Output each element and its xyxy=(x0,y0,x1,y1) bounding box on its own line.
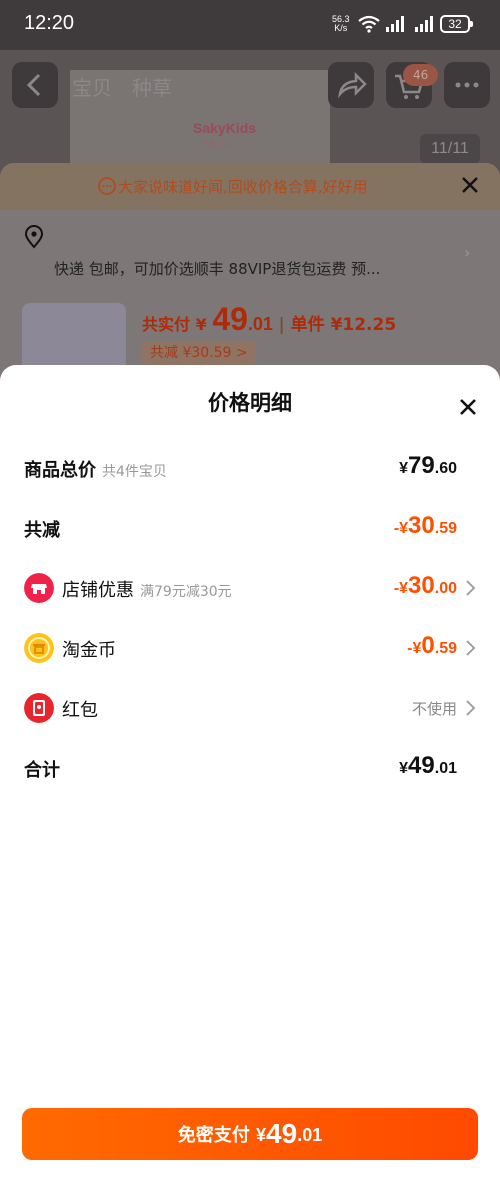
shop-icon xyxy=(24,573,54,603)
row-label: 合计 xyxy=(24,760,60,781)
row-label: 店铺优惠 xyxy=(62,580,134,601)
signal-icon xyxy=(386,16,404,32)
red-packet-status: 不使用 xyxy=(411,700,457,718)
share-button[interactable] xyxy=(328,62,374,108)
row-label: 共减 xyxy=(24,520,60,541)
price-detail-sheet: 价格明细 商品总价 共4件宝贝 ¥79.60 共减 -¥30.59 店铺优惠 满79… xyxy=(0,365,500,1184)
more-button[interactable] xyxy=(444,62,490,108)
pay-button[interactable]: 免密支付 ¥49.01 xyxy=(22,1108,478,1160)
cart-count-badge: 46 xyxy=(403,64,439,86)
location-pin-icon xyxy=(24,225,44,249)
tip-text: 大家说味道好闻,回收价格合算,好好用 xyxy=(118,178,368,196)
row-amount: -¥30.00 xyxy=(393,572,457,599)
row-label: 淘金币 xyxy=(62,640,116,661)
chat-bubble-icon xyxy=(98,177,116,195)
wifi-icon xyxy=(358,15,380,33)
red-packet-icon xyxy=(24,693,54,723)
close-icon[interactable] xyxy=(460,175,480,195)
battery-icon: 32 xyxy=(440,15,473,33)
brand-logo: SakyKids xyxy=(193,120,257,136)
row-label: 红包 xyxy=(62,700,98,721)
share-icon xyxy=(338,71,367,99)
brand-subtitle: 舒客宝贝 xyxy=(200,139,232,148)
chevron-right-icon: › xyxy=(464,243,471,262)
back-button[interactable] xyxy=(12,62,58,108)
row-goods-total: 商品总价 共4件宝贝 ¥79.60 xyxy=(0,438,500,498)
status-bar: 12:20 56.3 K/s 32 xyxy=(0,0,500,50)
row-sublabel: 共4件宝贝 xyxy=(102,464,167,480)
back-arrow-icon xyxy=(26,73,41,97)
row-coins[interactable]: 淘金币 -¥0.59 xyxy=(0,618,500,678)
coin-icon xyxy=(24,633,54,663)
reduce-tag: 共减 ¥30.59 > xyxy=(142,341,256,365)
row-sublabel: 满79元减30元 xyxy=(140,584,232,600)
sheet-title: 价格明细 xyxy=(208,391,292,415)
more-icon xyxy=(455,82,479,88)
row-amount: ¥79.60 xyxy=(399,452,457,479)
row-shop-discount[interactable]: 店铺优惠 满79元减30元 -¥30.00 xyxy=(0,558,500,618)
tab-review[interactable]: 种草 xyxy=(132,72,172,101)
row-amount: -¥0.59 xyxy=(407,632,457,659)
net-speed: 56.3 K/s xyxy=(332,15,350,33)
net-speed-unit: K/s xyxy=(334,23,348,33)
tab-item[interactable]: 宝贝 xyxy=(72,72,112,101)
row-grand-total: 合计 ¥49.01 xyxy=(0,738,500,798)
row-total-discount: 共减 -¥30.59 xyxy=(0,498,500,558)
image-counter: 11/11 xyxy=(420,134,480,164)
status-time: 12:20 xyxy=(24,12,75,34)
row-amount: -¥30.59 xyxy=(393,512,457,539)
background-total-price: 共实付 ¥ 49.01 | 单件 ¥12.25 xyxy=(142,301,397,337)
signal-icon xyxy=(415,16,433,32)
chevron-right-icon xyxy=(466,640,476,656)
row-red-packet[interactable]: 红包 不使用 xyxy=(0,678,500,738)
chevron-right-icon xyxy=(466,700,476,716)
pay-button-label: 免密支付 xyxy=(177,1125,257,1146)
shipping-info: 快递 包邮，可加价选顺丰 88VIP退货包运费 预... xyxy=(54,260,381,278)
chevron-right-icon xyxy=(466,580,476,596)
row-label: 商品总价 xyxy=(24,460,96,481)
row-amount: ¥49.01 xyxy=(399,752,457,779)
close-icon[interactable] xyxy=(454,393,482,421)
